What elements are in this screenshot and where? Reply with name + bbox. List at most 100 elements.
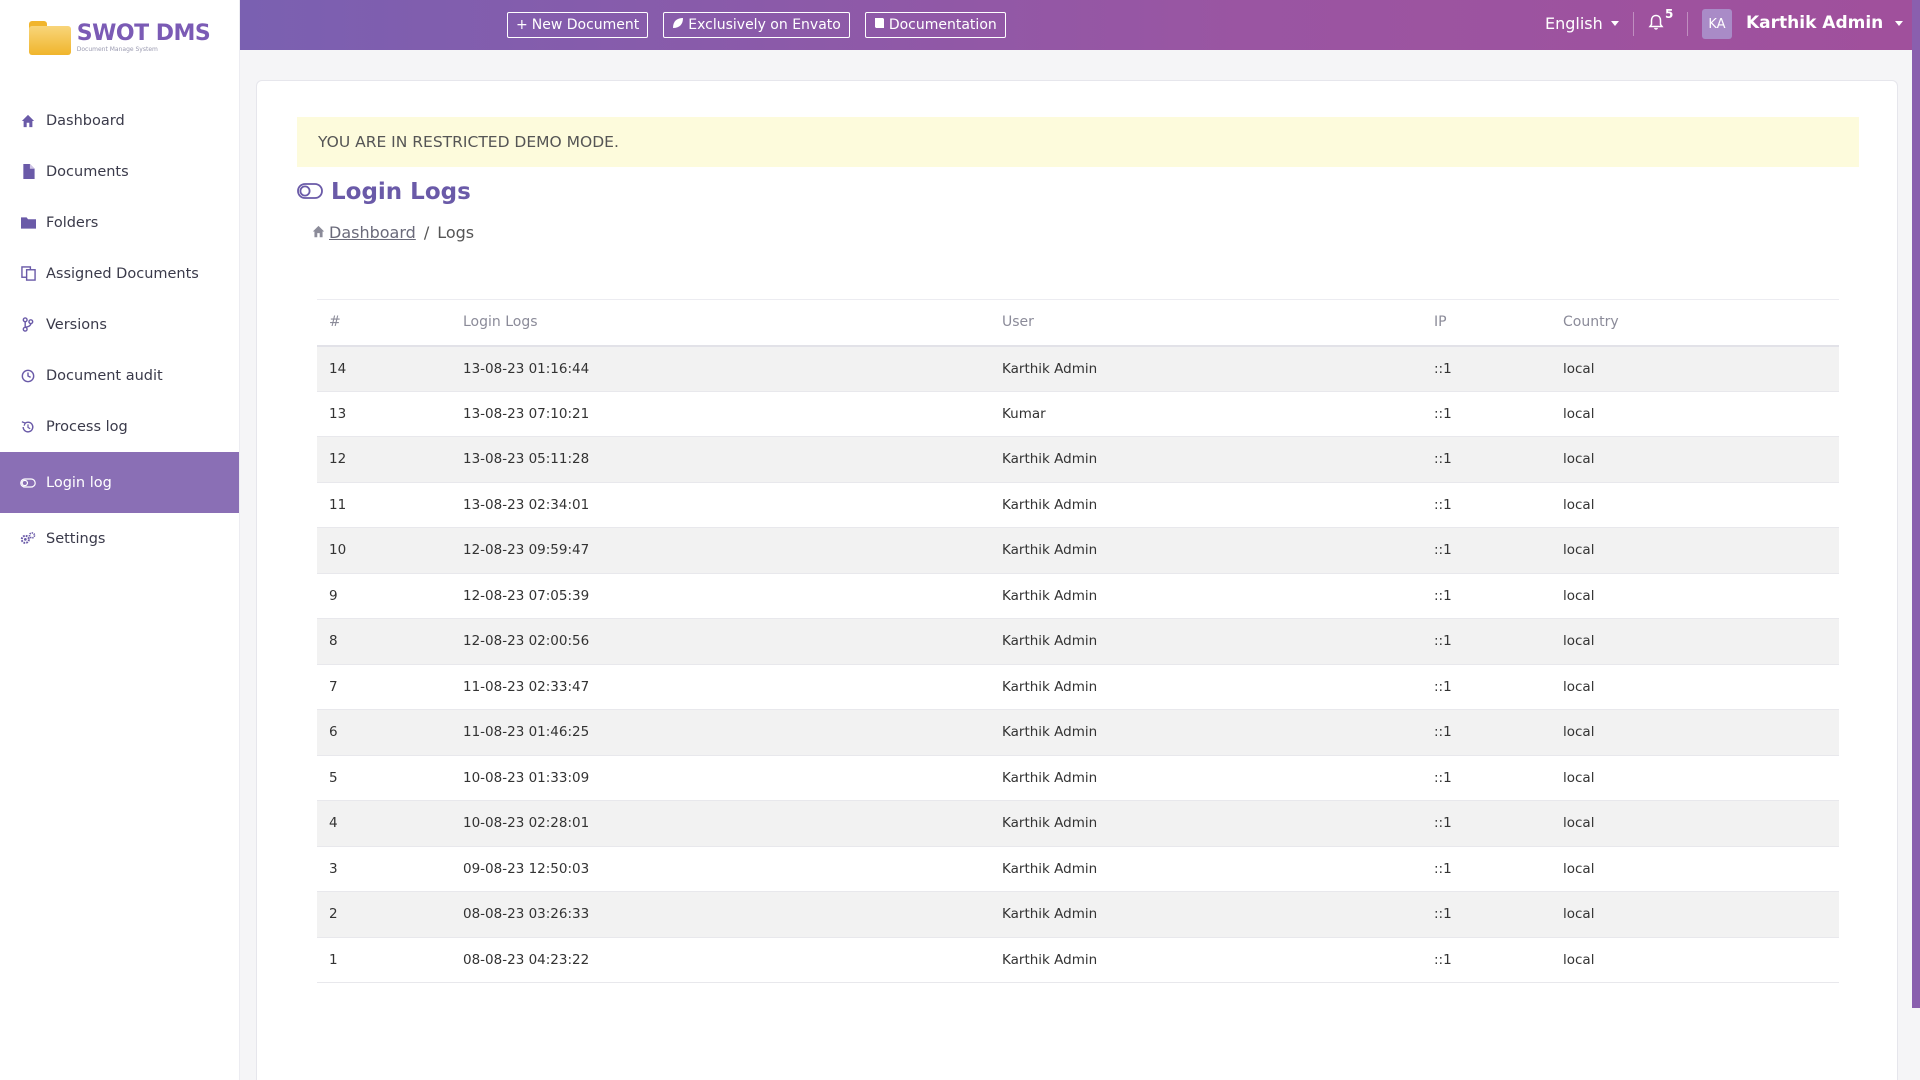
table-cell: ::1 (1422, 345, 1551, 392)
table-cell: local (1551, 800, 1839, 847)
table-cell: local (1551, 573, 1839, 619)
table-cell: local (1551, 618, 1839, 665)
chevron-down-icon (1895, 20, 1904, 26)
table-cell: 4 (317, 800, 451, 847)
table-cell: 13-08-23 05:11:28 (451, 436, 990, 483)
toggle-icon (20, 475, 36, 491)
table-body: 14 13-08-23 01:16:44 Karthik Admin::1 local… (317, 345, 1839, 983)
scrollbar[interactable] (1912, 0, 1920, 1008)
copy-icon (20, 266, 36, 282)
sidebar-item-versions[interactable]: Versions (0, 299, 239, 350)
breadcrumb-home-link[interactable]: Dashboard (312, 223, 416, 242)
table-cell: 10 (317, 527, 451, 574)
table-row: 2 08-08-23 03:26:33 Karthik Admin::1 local (317, 891, 1839, 938)
table-row: 4 10-08-23 02:28:01 Karthik Admin::1 local (317, 800, 1839, 847)
table-cell: 09-08-23 12:50:03 (451, 846, 990, 892)
notification-bell-icon[interactable] (1648, 14, 1664, 35)
column-header[interactable]: # (317, 299, 451, 347)
sidebar-item-assigned-documents[interactable]: Assigned Documents (0, 248, 239, 299)
table-cell: 5 (317, 755, 451, 801)
user-name: Karthik Admin (1746, 13, 1884, 33)
envato-button[interactable]: Exclusively on Envato (663, 12, 850, 38)
leaf-icon (672, 17, 684, 33)
page-title-text: Login Logs (331, 179, 471, 205)
sidebar-item-label: Settings (46, 530, 106, 547)
table-cell: local (1551, 436, 1839, 483)
table-cell: Karthik Admin (990, 345, 1422, 392)
avatar[interactable]: KA (1702, 9, 1732, 39)
column-header[interactable]: Login Logs (451, 299, 990, 347)
table-cell: 3 (317, 846, 451, 892)
column-header[interactable]: Country (1551, 299, 1839, 347)
column-header[interactable]: User (990, 299, 1422, 347)
table-cell: ::1 (1422, 664, 1551, 710)
sidebar-item-label: Documents (46, 163, 129, 180)
sidebar-item-process-log[interactable]: Process log (0, 401, 239, 452)
table-cell: ::1 (1422, 937, 1551, 983)
table-cell: 12-08-23 09:59:47 (451, 527, 990, 574)
sidebar-item-folders[interactable]: Folders (0, 197, 239, 248)
table-cell: Karthik Admin (990, 618, 1422, 665)
table-cell: 6 (317, 709, 451, 756)
table-cell: 11-08-23 01:46:25 (451, 709, 990, 756)
table-row: 9 12-08-23 07:05:39 Karthik Admin::1 local (317, 573, 1839, 619)
language-dropdown[interactable]: English (1545, 14, 1619, 33)
sidebar-item-document-audit[interactable]: Document audit (0, 350, 239, 401)
new-document-button[interactable]: + New Document (507, 12, 649, 38)
table-row: 8 12-08-23 02:00:56 Karthik Admin::1 local (317, 618, 1839, 665)
breadcrumb-separator: / (423, 223, 430, 242)
sidebar-item-label: Dashboard (46, 112, 125, 129)
table-row: 7 11-08-23 02:33:47 Karthik Admin::1 local (317, 664, 1839, 710)
table-cell: 13-08-23 01:16:44 (451, 345, 990, 392)
table-cell: 12-08-23 07:05:39 (451, 573, 990, 619)
page-title: Login Logs (297, 179, 471, 205)
table-cell: Karthik Admin (990, 527, 1422, 574)
brand-tagline: Document Manage System (76, 45, 158, 53)
brand-name: SWOT DMS (76, 20, 211, 46)
table-cell: 13 (317, 391, 451, 437)
sidebar: SWOT DMS Document Manage System Dashboar… (0, 0, 240, 1080)
logo[interactable]: SWOT DMS Document Manage System (0, 0, 239, 75)
login-logs-table-container: # Login Logs User IP Country 14 13-08-23 … (317, 299, 1839, 983)
table-cell: ::1 (1422, 891, 1551, 938)
table-cell: 08-08-23 04:23:22 (451, 937, 990, 983)
table-cell: local (1551, 527, 1839, 574)
sidebar-item-settings[interactable]: Settings (0, 513, 239, 564)
documentation-button[interactable]: Documentation (864, 12, 1006, 38)
sidebar-item-label: Document audit (46, 367, 163, 384)
folder-logo-icon (28, 20, 71, 55)
sidebar-item-login-log[interactable]: Login log (0, 452, 239, 513)
table-cell: local (1551, 755, 1839, 801)
sidebar-item-dashboard[interactable]: Dashboard (0, 95, 239, 146)
sidebar-item-documents[interactable]: Documents (0, 146, 239, 197)
branch-icon (20, 317, 36, 333)
table-cell: Karthik Admin (990, 800, 1422, 847)
table-header-row: # Login Logs User IP Country (317, 299, 1839, 347)
main-card: YOU ARE IN RESTRICTED DEMO MODE. Login L… (256, 80, 1898, 1080)
documentation-label: Documentation (888, 17, 997, 33)
table-cell: local (1551, 345, 1839, 392)
envato-label: Exclusively on Envato (688, 17, 841, 33)
table-cell: Karthik Admin (990, 436, 1422, 483)
table-cell: local (1551, 891, 1839, 938)
table-cell: local (1551, 664, 1839, 710)
column-header[interactable]: IP (1422, 299, 1551, 347)
table-cell: ::1 (1422, 391, 1551, 437)
table-cell: ::1 (1422, 755, 1551, 801)
table-cell: local (1551, 846, 1839, 892)
home-icon (20, 113, 36, 129)
toggle-icon (297, 179, 323, 205)
table-cell: 7 (317, 664, 451, 710)
sidebar-item-label: Versions (46, 316, 107, 333)
table-row: 1 08-08-23 04:23:22 Karthik Admin::1 local (317, 937, 1839, 983)
language-label: English (1545, 14, 1603, 33)
sidebar-nav: Dashboard Documents Folders Assigned Doc… (0, 95, 239, 564)
history-icon (20, 419, 36, 435)
table-cell: ::1 (1422, 618, 1551, 665)
table-cell: ::1 (1422, 846, 1551, 892)
table-cell: Karthik Admin (990, 755, 1422, 801)
plus-icon: + (516, 17, 528, 33)
table-cell: ::1 (1422, 800, 1551, 847)
table-cell: Karthik Admin (990, 573, 1422, 619)
user-menu[interactable]: Karthik Admin (1746, 13, 1904, 33)
